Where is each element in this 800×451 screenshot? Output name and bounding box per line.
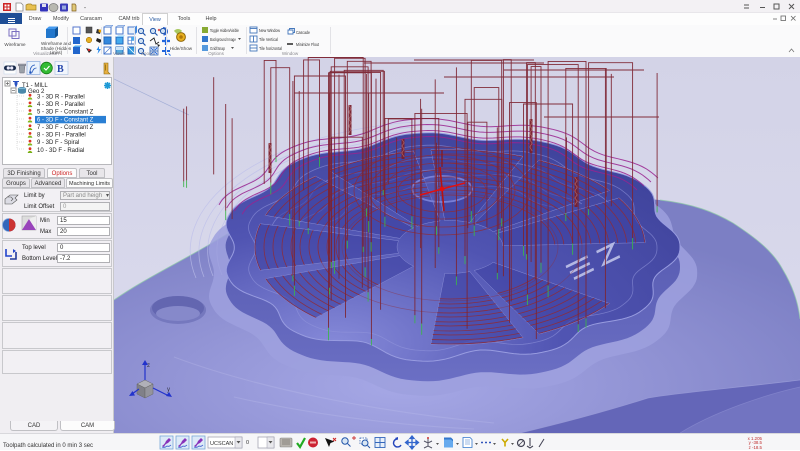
svg-text:5 - 3D F - Constant Z: 5 - 3D F - Constant Z [37, 110, 94, 116]
svg-text:Minimize Flout: Minimize Flout [296, 42, 319, 48]
svg-text:3 - 3D R - Parallel: 3 - 3D R - Parallel [37, 94, 85, 100]
svg-text:0: 0 [246, 440, 249, 446]
svg-text:4 - 3D R - Parallel: 4 - 3D R - Parallel [37, 102, 85, 108]
svg-text:UCSCAN: UCSCAN [210, 441, 233, 447]
svg-text:9 - 3D F - Spiral: 9 - 3D F - Spiral [37, 140, 79, 146]
svg-text:8 - 3D FI - Parallel: 8 - 3D FI - Parallel [37, 133, 86, 139]
svg-text:y: y [167, 387, 170, 393]
svg-text:7 - 3D F - Constant Z: 7 - 3D F - Constant Z [37, 125, 94, 131]
svg-text:6 - 3D F - Constant Z: 6 - 3D F - Constant Z [37, 117, 94, 123]
svg-text:New Window: New Window [259, 28, 280, 34]
svg-text:10 - 3D F - Radial: 10 - 3D F - Radial [37, 148, 84, 154]
svg-text:Tile Vertical: Tile Vertical [259, 37, 278, 43]
svg-text:B: B [57, 64, 64, 75]
svg-text:z: z [147, 363, 150, 369]
svg-text:Toggle Hidden/visible: Toggle Hidden/visible [210, 28, 239, 34]
svg-text:Cascade: Cascade [296, 30, 310, 36]
svg-text:Background Image: Background Image [210, 37, 236, 43]
